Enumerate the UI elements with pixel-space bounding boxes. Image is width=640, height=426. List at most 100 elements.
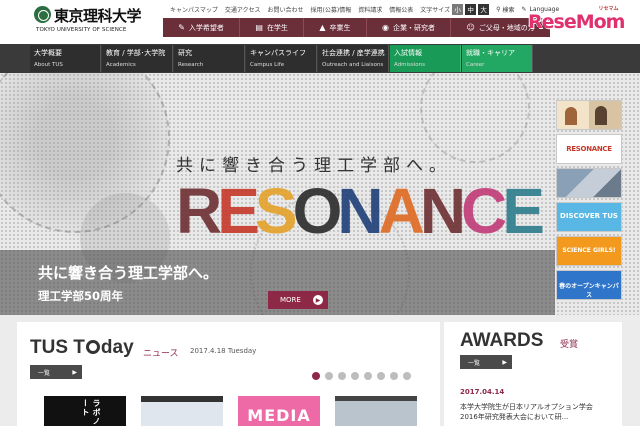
util-link-brochure[interactable]: 資料請求 — [358, 5, 382, 14]
carousel-dot[interactable] — [338, 372, 346, 380]
carousel-dot[interactable] — [403, 372, 411, 380]
award-date: 2017.04.14 — [460, 388, 504, 396]
util-link-access[interactable]: 交通アクセス — [225, 5, 261, 14]
carousel-dot[interactable] — [364, 372, 372, 380]
font-size-medium-button[interactable]: 中 — [465, 4, 476, 15]
resonance-wordmark: RESONANCE — [176, 179, 540, 243]
decorative-circle — [420, 73, 530, 163]
thumbnail-discover-tus[interactable]: DISCOVER TUS — [556, 202, 622, 232]
awards-title: AWARDS — [460, 330, 543, 352]
font-size-large-button[interactable]: 大 — [478, 4, 489, 15]
speech-bubble-icon: ✎ — [522, 6, 527, 13]
audience-current-students[interactable]: ▤ 在学生 — [240, 18, 304, 37]
nav-label-en: Campus Life — [250, 62, 312, 68]
carousel-dot[interactable] — [325, 372, 333, 380]
card-text: ラボノート — [80, 399, 102, 426]
book-icon: ▤ — [255, 23, 263, 32]
resonance-letter: E — [217, 179, 255, 243]
tus-today-title: TUS Tday — [30, 337, 134, 359]
nav-academics[interactable]: 教育 / 学部･大学院 Academics — [102, 45, 173, 72]
font-size-small-button[interactable]: 小 — [452, 4, 463, 15]
arrow-right-icon: ▶ — [313, 295, 323, 305]
nav-label-jp: キャンパスライフ — [250, 48, 312, 58]
util-link-contact[interactable]: お問い合わせ — [268, 5, 304, 14]
news-cards: ラボノート MEDIA — [44, 396, 417, 426]
audience-prospective-students[interactable]: ✎ 入学希望者 — [163, 18, 240, 37]
nav-label-jp: 入試情報 — [394, 48, 456, 58]
hero-tagline: 共に響き合う理工学部へ。 — [176, 151, 452, 176]
util-link-disclosure[interactable]: 情報公表 — [389, 5, 413, 14]
carousel-dot[interactable] — [312, 372, 320, 380]
logo-name: 東京理科大学 — [54, 5, 141, 26]
more-button[interactable]: MORE ▶ — [268, 291, 328, 309]
resonance-letter: C — [461, 179, 502, 243]
nav-label-en: Research — [178, 62, 240, 68]
nav-label-jp: 社会連携 / 産学連携 — [322, 48, 384, 58]
audience-nav: ✎ 入学希望者 ▤ 在学生 ▲ 卒業生 ◉ 企業・研究者 ☺ ご父母・地域の方 — [163, 18, 550, 37]
news-card[interactable] — [335, 396, 417, 426]
audience-label: 在学生 — [267, 23, 288, 33]
nav-campus-life[interactable]: キャンパスライフ Campus Life — [246, 45, 317, 72]
carousel-dot[interactable] — [390, 372, 398, 380]
hero-title: 共に響き合う理工学部へ。 — [38, 262, 218, 283]
audience-label: 企業・研究者 — [393, 23, 435, 33]
hero-subtitle: 理工学部50周年 — [38, 288, 123, 304]
carousel-dot[interactable] — [351, 372, 359, 380]
search-label: 検索 — [503, 5, 515, 14]
thumbnail-label: RESONANCE — [557, 145, 621, 153]
nav-outreach[interactable]: 社会連携 / 産学連携 Outreach and Liaisons — [318, 45, 389, 72]
feature-thumbnails: RESONANCE DISCOVER TUS SCIENCE GIRLS! 春の… — [556, 100, 622, 304]
thumbnail-open-campus[interactable]: 春のオープンキャンパス — [556, 270, 622, 300]
news-list-button[interactable]: 一覧 ▶ — [30, 365, 82, 379]
audience-label: 卒業生 — [330, 23, 351, 33]
resonance-letter: A — [379, 179, 420, 243]
list-label: 一覧 — [468, 358, 480, 367]
nav-label-en: Academics — [106, 62, 168, 68]
family-icon: ☺ — [466, 23, 474, 32]
nav-research[interactable]: 研究 Research — [174, 45, 245, 72]
nav-label-jp: 研究 — [178, 48, 240, 58]
news-card[interactable] — [141, 396, 223, 426]
util-link-campus-map[interactable]: キャンパスマップ — [170, 5, 218, 14]
carousel-dot[interactable] — [377, 372, 385, 380]
nav-label-jp: 就職・キャリア — [466, 48, 528, 58]
audience-alumni[interactable]: ▲ 卒業生 — [304, 18, 367, 37]
search-icon: ⚲ — [496, 6, 500, 13]
audience-companies[interactable]: ◉ 企業・研究者 — [367, 18, 451, 37]
nav-label-en: Admissions — [394, 62, 456, 68]
arrow-right-icon: ▶ — [502, 359, 507, 366]
news-label: ニュース — [143, 346, 179, 359]
search-button[interactable]: ⚲ 検索 — [496, 5, 514, 14]
thumbnail-building[interactable] — [556, 168, 622, 198]
util-link-recruitment[interactable]: 採用(公募)情報 — [311, 5, 352, 14]
award-text[interactable]: 本学大学院生が日本リアルオプション学会2016年研究発表大会において研... — [460, 402, 610, 422]
site-header: 東京理科大学 TOKYO UNIVERSITY OF SCIENCE キャンパス… — [0, 0, 640, 44]
list-label: 一覧 — [38, 368, 50, 377]
nav-career[interactable]: 就職・キャリア Career — [462, 45, 533, 72]
thumbnail-resonance[interactable]: RESONANCE — [556, 134, 622, 164]
nav-label-en: Outreach and Liaisons — [322, 62, 384, 68]
thumbnail-label: 春のオープンキャンパス — [557, 281, 621, 299]
news-card[interactable]: ラボノート — [44, 396, 126, 426]
thumbnail-students[interactable] — [556, 100, 622, 130]
nav-about[interactable]: 大学概要 About TUS — [30, 45, 101, 72]
more-label: MORE — [280, 296, 301, 304]
watermark-subtext: リセマム — [598, 5, 618, 12]
nav-label-jp: 教育 / 学部･大学院 — [106, 48, 168, 58]
news-card[interactable]: MEDIA — [238, 396, 320, 426]
university-logo[interactable]: 東京理科大学 TOKYO UNIVERSITY OF SCIENCE — [34, 5, 154, 39]
pencil-icon: ✎ — [178, 23, 185, 32]
resonance-letter: N — [420, 179, 461, 243]
thumbnail-science-girls[interactable]: SCIENCE GIRLS! — [556, 236, 622, 266]
nav-label-en: Career — [466, 62, 528, 68]
font-size-label: 文字サイズ — [420, 5, 450, 14]
title-part: TUS T — [30, 337, 85, 358]
thumbnail-label: SCIENCE GIRLS! — [557, 247, 621, 254]
utility-links: キャンパスマップ 交通アクセス お問い合わせ 採用(公募)情報 資料請求 情報公… — [170, 2, 559, 16]
watermark-text: ReseMom — [528, 11, 624, 33]
resonance-letter: S — [255, 179, 293, 243]
university-seal-icon — [34, 6, 51, 23]
awards-list-button[interactable]: 一覧 ▶ — [460, 355, 512, 369]
thumbnail-label: DISCOVER TUS — [557, 212, 621, 220]
nav-admissions[interactable]: 入試情報 Admissions — [390, 45, 461, 72]
